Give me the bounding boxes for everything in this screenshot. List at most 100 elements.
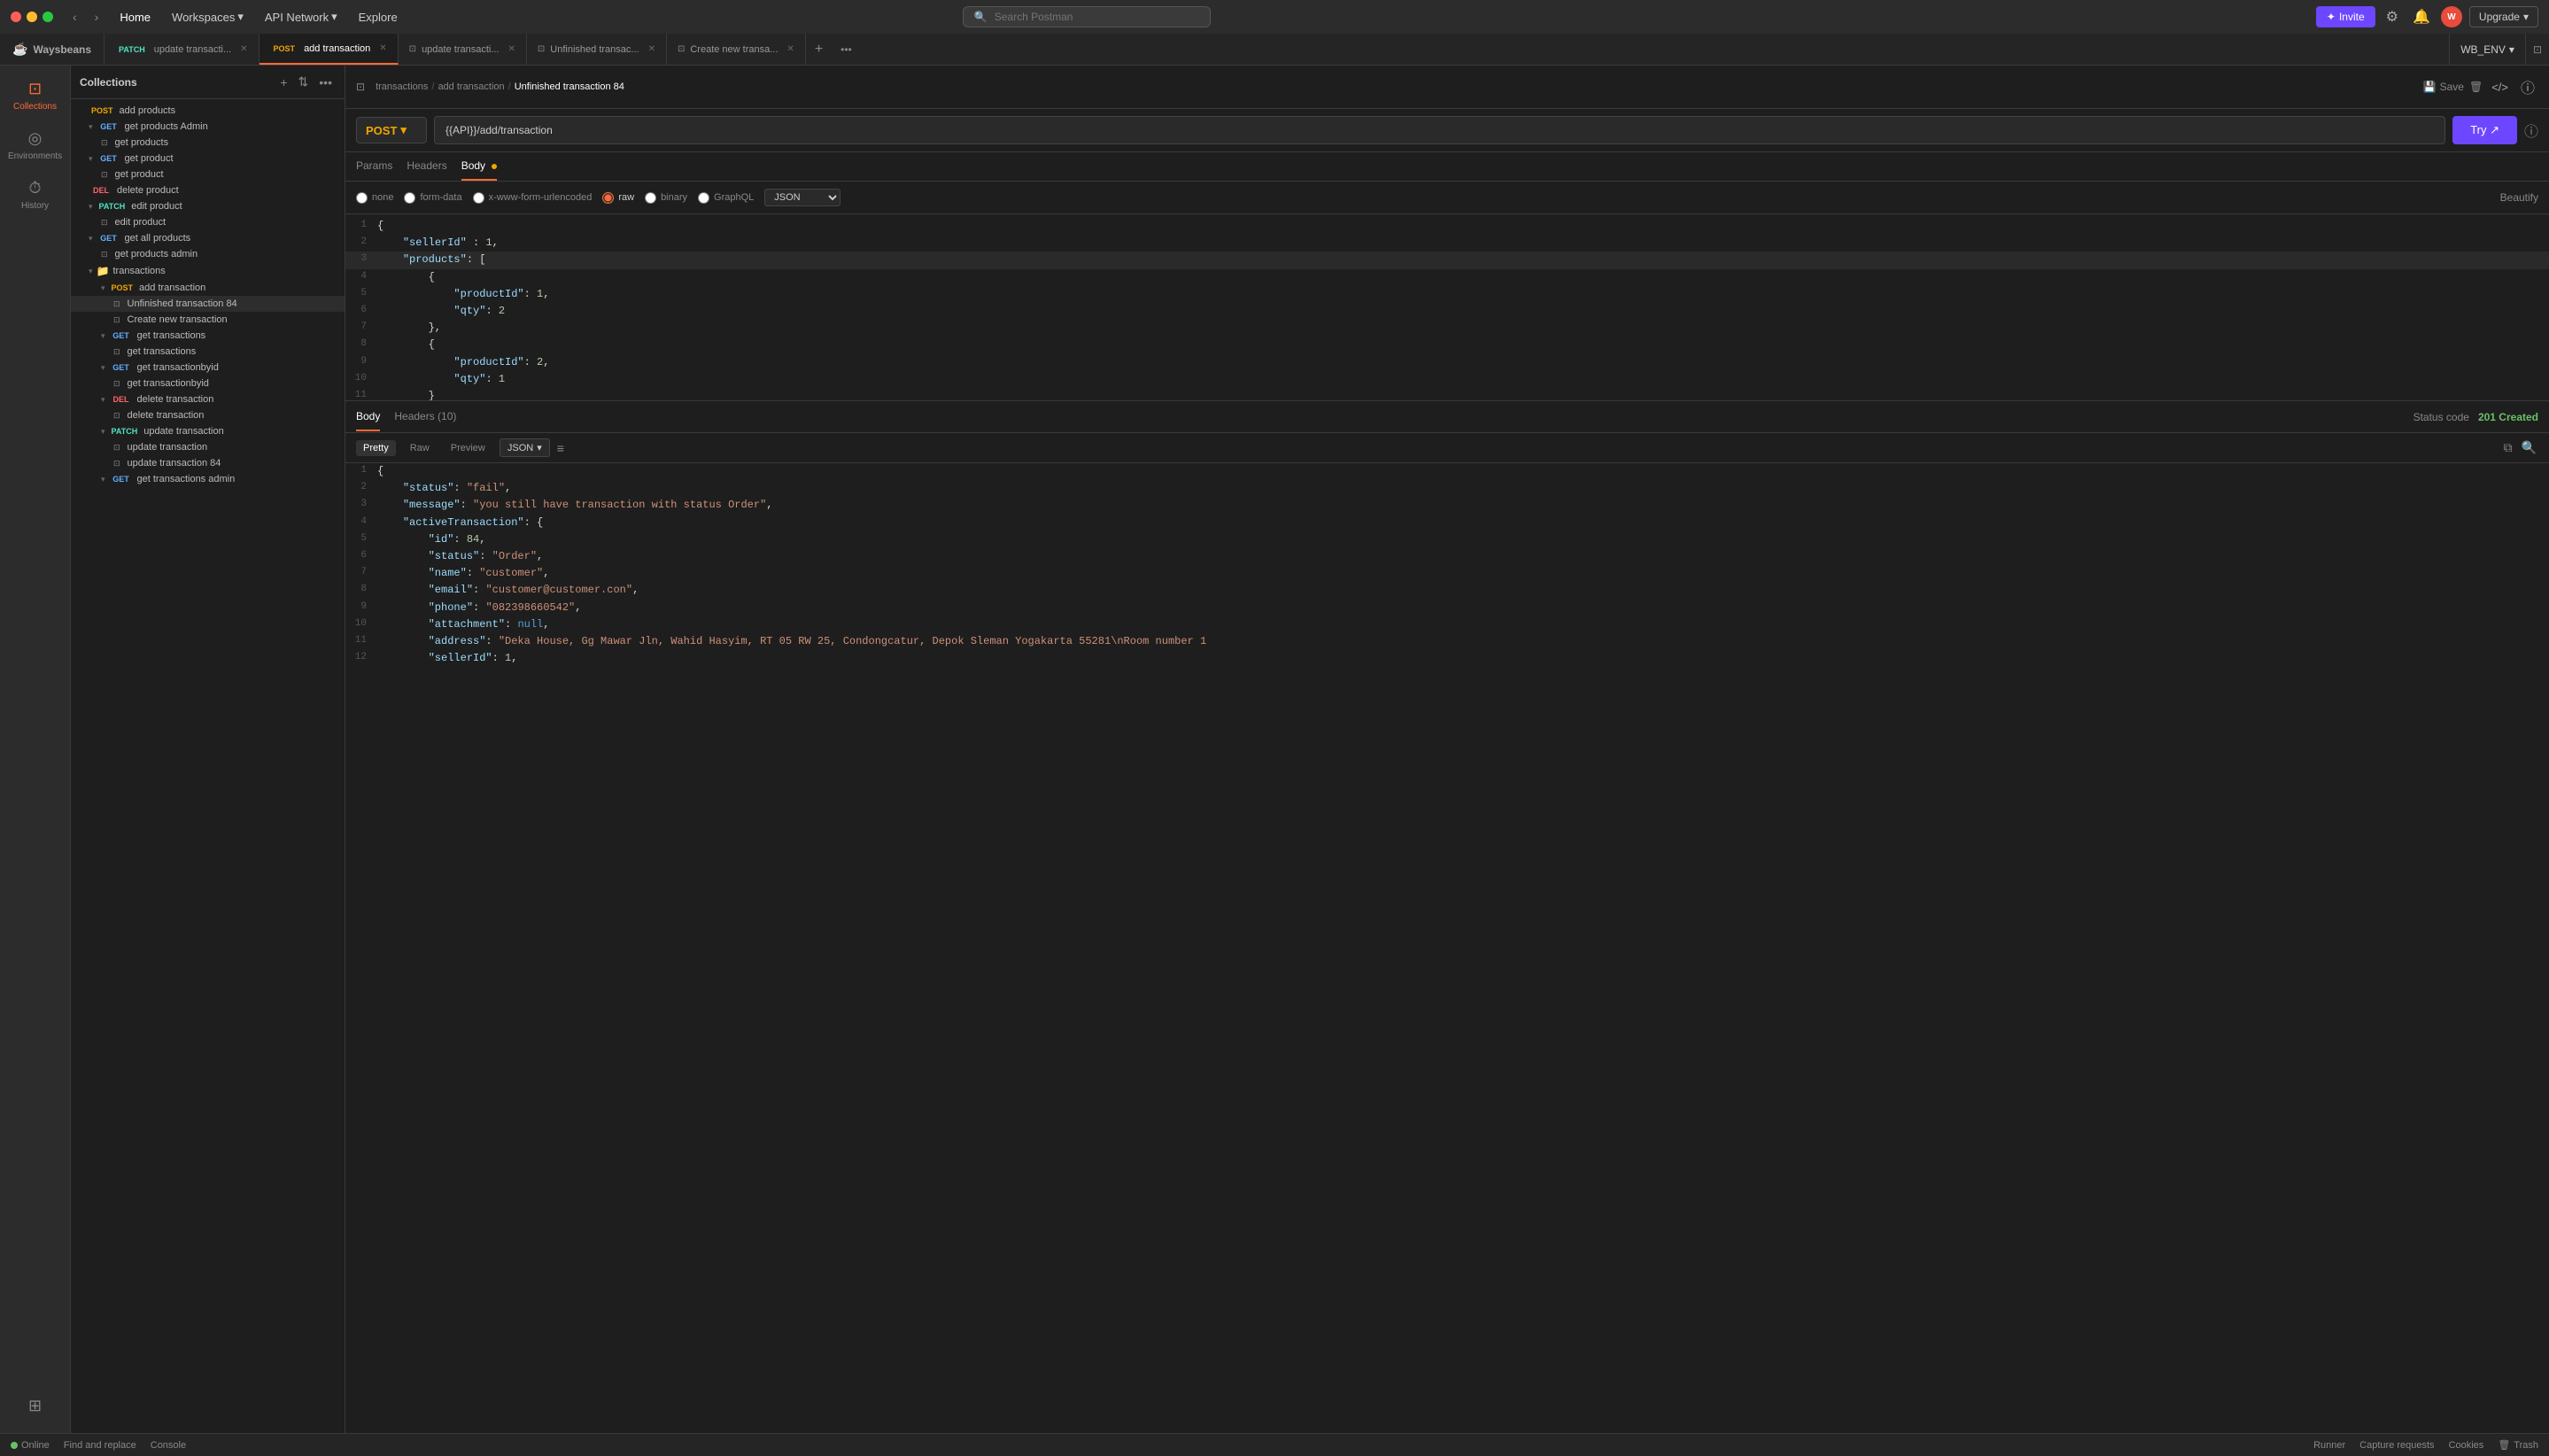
- api-network-link[interactable]: API Network ▾: [256, 6, 346, 27]
- response-area: Body Headers (10) Status code 201 Create…: [345, 400, 2549, 701]
- close-button[interactable]: [11, 12, 21, 22]
- resp-format-select[interactable]: JSON ▾: [500, 438, 550, 457]
- tab-headers[interactable]: Headers: [407, 152, 446, 181]
- tree-item-edit-product[interactable]: ⊡ edit product: [71, 214, 345, 230]
- tab-body[interactable]: Body: [461, 152, 498, 181]
- tree-item-update-tx[interactable]: ⊡ update transaction: [71, 439, 345, 455]
- tree-folder-get-txbyid[interactable]: ▾ GET get transactionbyid: [71, 360, 345, 376]
- save-button[interactable]: 💾 Save: [2423, 73, 2464, 101]
- option-none[interactable]: none: [356, 192, 393, 204]
- sidebar-item-collections[interactable]: ⊡ Collections: [4, 73, 66, 119]
- sidebar-item-flows[interactable]: ⊞: [4, 1390, 66, 1422]
- tree-item-delete-tx[interactable]: ⊡ delete transaction: [71, 407, 345, 423]
- bc-current: Unfinished transaction 84: [515, 81, 624, 92]
- status-cookies[interactable]: Cookies: [2449, 1439, 2484, 1451]
- tab-create-new[interactable]: ⊡ Create new transa... ✕: [667, 34, 806, 65]
- tree-folder-get-product[interactable]: ▾ GET get product: [71, 151, 345, 167]
- delete-button[interactable]: 🗑: [2469, 73, 2483, 101]
- resp-tab-body[interactable]: Body: [356, 403, 380, 431]
- more-tabs-button[interactable]: •••: [832, 43, 861, 56]
- api-info-button[interactable]: ⓘ: [2524, 120, 2538, 141]
- tab-unfinished[interactable]: ⊡ Unfinished transac... ✕: [527, 34, 667, 65]
- method-chevron-icon: ▾: [400, 123, 407, 137]
- workspaces-link[interactable]: Workspaces ▾: [163, 6, 252, 27]
- tree-folder-add-transaction[interactable]: ▾ POST add transaction: [71, 280, 345, 296]
- tree-item-delete-product[interactable]: DEL delete product: [71, 182, 345, 198]
- minimize-button[interactable]: [27, 12, 37, 22]
- back-button[interactable]: ‹: [67, 8, 82, 26]
- bc-sep-1: /: [431, 81, 434, 92]
- tree-item-get-txbyid[interactable]: ⊡ get transactionbyid: [71, 376, 345, 391]
- search-input[interactable]: [995, 11, 1199, 23]
- tree-item-get-products[interactable]: ⊡ get products: [71, 135, 345, 151]
- status-capture[interactable]: Capture requests: [2359, 1439, 2434, 1451]
- search-response-button[interactable]: 🔍: [2520, 438, 2538, 457]
- tree-folder-edit-product[interactable]: ▾ PATCH edit product: [71, 198, 345, 214]
- tree-folder-update-tx[interactable]: ▾ PATCH update transaction: [71, 423, 345, 439]
- option-binary[interactable]: binary: [645, 192, 687, 204]
- tab-patch-update[interactable]: PATCH update transacti... ✕: [105, 34, 260, 65]
- resp-preview-button[interactable]: Preview: [444, 440, 492, 456]
- url-input[interactable]: [434, 116, 2445, 144]
- code-line-9: 9 "productId": 2,: [345, 354, 2549, 371]
- forward-button[interactable]: ›: [89, 8, 105, 26]
- fullscreen-button[interactable]: [43, 12, 53, 22]
- status-console[interactable]: Console: [151, 1440, 186, 1451]
- explore-link[interactable]: Explore: [350, 7, 407, 27]
- option-graphql[interactable]: GraphQL: [698, 192, 754, 204]
- tree-item-get-products-admin[interactable]: ⊡ get products admin: [71, 246, 345, 262]
- tree-item-update-tx-84[interactable]: ⊡ update transaction 84: [71, 455, 345, 471]
- tree-item-get-transactions[interactable]: ⊡ get transactions: [71, 344, 345, 360]
- copy-response-button[interactable]: ⧉: [2502, 438, 2514, 457]
- request-body-editor[interactable]: 1 { 2 "sellerId" : 1, 3 "products": [ 4 …: [345, 214, 2549, 400]
- code-button[interactable]: </>: [2488, 73, 2512, 101]
- tab-close-unfinished[interactable]: ✕: [648, 44, 655, 54]
- tree-folder-get-transactions[interactable]: ▾ GET get transactions: [71, 328, 345, 344]
- tab-close-update[interactable]: ✕: [508, 44, 515, 54]
- upgrade-button[interactable]: Upgrade ▾: [2469, 6, 2538, 27]
- tab-close-patch[interactable]: ✕: [240, 44, 247, 54]
- sidebar-item-history[interactable]: ⏱ History: [4, 172, 66, 218]
- sort-button[interactable]: ⇅: [295, 73, 313, 91]
- tree-item-add-products[interactable]: POST add products: [71, 103, 345, 119]
- status-online[interactable]: Online: [11, 1440, 50, 1451]
- option-form-data[interactable]: form-data: [404, 192, 461, 204]
- search-bar[interactable]: 🔍: [963, 6, 1211, 27]
- option-raw[interactable]: raw: [602, 192, 634, 204]
- option-urlencoded[interactable]: x-www-form-urlencoded: [473, 192, 593, 204]
- body-format-select[interactable]: JSON Text JavaScript HTML XML: [764, 189, 841, 206]
- home-link[interactable]: Home: [111, 7, 159, 27]
- tree-folder-get-tx-admin[interactable]: ▾ GET get transactions admin: [71, 471, 345, 487]
- tab-post-add[interactable]: POST add transaction ✕: [260, 34, 399, 65]
- info-button[interactable]: ⓘ: [2517, 73, 2538, 101]
- more-options-button[interactable]: •••: [315, 73, 336, 91]
- tab-close-post[interactable]: ✕: [379, 43, 386, 53]
- resp-pretty-button[interactable]: Pretty: [356, 440, 396, 456]
- status-runner[interactable]: Runner: [2313, 1439, 2345, 1451]
- layout-button[interactable]: ⊡: [2525, 34, 2549, 65]
- resp-tab-headers[interactable]: Headers (10): [394, 403, 456, 431]
- tab-params[interactable]: Params: [356, 152, 392, 181]
- tree-item-create-new-tx[interactable]: ⊡ Create new transaction: [71, 312, 345, 328]
- tree-item-get-product[interactable]: ⊡ get product: [71, 167, 345, 182]
- tree-folder-delete-tx[interactable]: ▾ DEL delete transaction: [71, 391, 345, 407]
- method-select[interactable]: POST ▾: [356, 117, 427, 143]
- sidebar-item-environments[interactable]: ◎ Environments: [4, 122, 66, 168]
- add-tab-button[interactable]: +: [806, 42, 832, 58]
- resp-raw-button[interactable]: Raw: [403, 440, 437, 456]
- beautify-button[interactable]: Beautify: [2500, 191, 2538, 204]
- tree-item-unfinished-tx-84[interactable]: ⊡ Unfinished transaction 84: [71, 296, 345, 312]
- tree-folder-get-all-products[interactable]: ▾ GET get all products: [71, 230, 345, 246]
- invite-button[interactable]: ✦ Invite: [2316, 6, 2375, 27]
- tree-folder-transactions[interactable]: ▾ 📁 transactions: [71, 262, 345, 280]
- settings-button[interactable]: ⚙: [2382, 4, 2402, 29]
- try-button[interactable]: Try ↗: [2452, 116, 2517, 144]
- tab-close-create-new[interactable]: ✕: [786, 44, 794, 54]
- add-collection-button[interactable]: +: [276, 73, 291, 91]
- tab-update-tx[interactable]: ⊡ update transacti... ✕: [399, 34, 527, 65]
- env-selector[interactable]: WB_ENV ▾: [2449, 34, 2525, 65]
- tree-folder-get-products-admin[interactable]: ▾ GET get products Admin: [71, 119, 345, 135]
- status-trash[interactable]: 🗑 Trash: [2498, 1439, 2538, 1451]
- status-find-replace[interactable]: Find and replace: [64, 1440, 136, 1451]
- notifications-button[interactable]: 🔔: [2409, 4, 2434, 29]
